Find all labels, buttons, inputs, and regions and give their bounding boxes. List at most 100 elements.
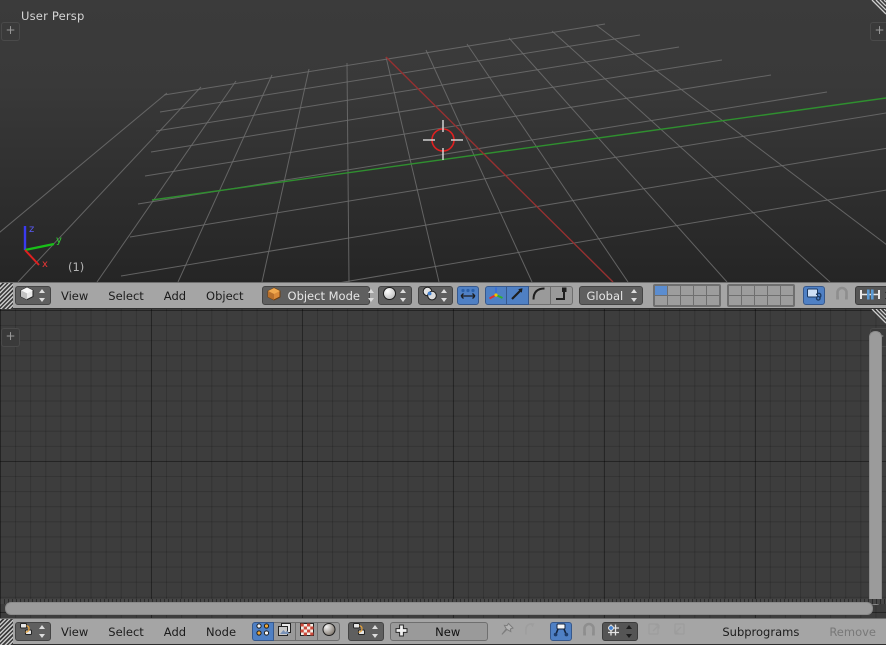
viewport-corner-grip-tr[interactable] (870, 0, 886, 16)
node-editor-grid (0, 309, 886, 618)
pin-button[interactable] (496, 622, 518, 641)
layer-cell[interactable] (655, 286, 668, 295)
node-horizontal-scrollbar[interactable] (5, 602, 873, 615)
node-tree-datablock-icon (352, 622, 368, 641)
node-editor-header: View Select Add Node New Subprograms Rem… (0, 618, 886, 645)
menu-select[interactable]: Select (98, 289, 153, 303)
node-menu-node[interactable]: Node (196, 625, 246, 639)
viewport-right-region-toggle[interactable]: + (870, 22, 886, 41)
node-left-region-toggle[interactable]: + (1, 328, 20, 347)
layer-cell[interactable] (681, 286, 694, 295)
rotate-arc-icon (531, 286, 547, 306)
layer-cell[interactable] (768, 296, 781, 305)
node-editor[interactable]: + + (0, 309, 886, 618)
scene-layers[interactable] (653, 284, 796, 307)
material-preview-button[interactable] (318, 622, 341, 641)
node-editor-icon (19, 622, 35, 641)
snap-magnet-icon (581, 622, 597, 641)
go-to-parent-button[interactable] (520, 622, 542, 641)
object-mode-cube-icon (267, 286, 281, 305)
transform-manipulator-button[interactable] (484, 286, 507, 306)
snap-magnet-icon (834, 286, 850, 305)
layer-cell[interactable] (729, 286, 742, 295)
layer-cell[interactable] (781, 296, 794, 305)
shader-nodes-button[interactable] (252, 622, 275, 641)
compositing-nodes-icon (277, 622, 293, 641)
go-to-parent-node-icon (523, 622, 539, 641)
layer-cell[interactable] (755, 296, 768, 305)
layer-cell[interactable] (742, 296, 755, 305)
node-menu-select[interactable]: Select (98, 625, 153, 639)
menu-view[interactable]: View (51, 289, 98, 303)
node-snap-toggle-button[interactable] (578, 622, 600, 641)
new-node-tree-button[interactable]: New (390, 622, 489, 641)
layer-cell[interactable] (694, 286, 707, 295)
layer-cell[interactable] (694, 296, 707, 305)
header-drag-grip[interactable] (0, 282, 13, 309)
remove-button[interactable]: Remove (819, 625, 886, 639)
node-datablock-selector[interactable] (348, 622, 385, 641)
shader-type-group[interactable] (252, 622, 341, 641)
layer-cell[interactable] (707, 286, 720, 295)
transform-manipulator-icon (488, 286, 504, 306)
rotate-button[interactable] (528, 286, 551, 306)
texture-nodes-icon (299, 622, 315, 641)
pivot-selector[interactable] (417, 286, 453, 305)
subprograms-label[interactable]: Subprograms (712, 625, 809, 639)
transform-orientation-selector[interactable]: Global (578, 286, 644, 305)
paste-from-clipboard-icon (671, 622, 687, 641)
snap-toggle-button[interactable] (831, 286, 853, 305)
layer-cell[interactable] (742, 286, 755, 295)
layer-cell[interactable] (729, 296, 742, 305)
menu-object[interactable]: Object (196, 289, 253, 303)
mode-selector[interactable]: Object Mode (261, 286, 374, 305)
node-corner-grip-tr[interactable] (870, 309, 886, 325)
shading-updown-icon (399, 288, 408, 303)
node-header-drag-grip[interactable] (0, 618, 13, 645)
copy-button[interactable] (644, 622, 666, 641)
scale-button[interactable] (550, 286, 573, 306)
transform-widget-group[interactable] (484, 286, 573, 306)
svg-text:y: y (56, 235, 62, 246)
paste-button[interactable] (668, 622, 690, 641)
texture-nodes-button[interactable] (296, 622, 319, 641)
compositing-nodes-button[interactable] (274, 622, 297, 641)
3d-view-header: View Select Add Object Object Mode Globa… (0, 282, 886, 309)
mode-selector-label: Object Mode (287, 288, 360, 303)
layer-cell[interactable] (781, 286, 794, 295)
mode-updown-icon (367, 288, 376, 303)
menu-add[interactable]: Add (154, 289, 196, 303)
pivot-updown-icon (440, 288, 449, 303)
shading-selector[interactable] (377, 286, 412, 305)
snap-element-selector[interactable] (855, 286, 886, 305)
use-nodes-icon (553, 622, 569, 641)
layer-cell[interactable] (755, 286, 768, 295)
layer-cell[interactable] (668, 286, 681, 295)
shader-nodes-icon (255, 622, 271, 641)
lock-scene-button[interactable] (803, 286, 826, 305)
node-snap-element-selector[interactable] (602, 622, 639, 641)
layer-cell[interactable] (681, 296, 694, 305)
use-nodes-button[interactable] (550, 622, 573, 641)
layer-group-b[interactable] (727, 284, 796, 307)
editor-type-selector[interactable] (15, 286, 51, 305)
3d-viewport[interactable]: User Persp (1) z y x + + (0, 0, 886, 282)
scale-corner-icon (553, 286, 569, 306)
node-vertical-scrollbar[interactable] (869, 331, 882, 605)
layer-cell[interactable] (768, 286, 781, 295)
pivot-median-point-icon (422, 286, 438, 305)
translate-button[interactable] (506, 286, 529, 305)
layer-cell[interactable] (668, 296, 681, 305)
manipulator-toggle[interactable] (456, 286, 479, 305)
node-menu-add[interactable]: Add (154, 625, 196, 639)
orientation-label: Global (586, 288, 624, 303)
viewport-left-region-toggle[interactable]: + (1, 22, 20, 41)
node-menu-view[interactable]: View (51, 625, 98, 639)
node-editor-type-selector[interactable] (15, 622, 51, 641)
layer-cell[interactable] (707, 296, 720, 305)
copy-to-clipboard-icon (647, 622, 663, 641)
layer-cell[interactable] (655, 296, 668, 305)
material-sphere-icon (321, 622, 337, 641)
svg-text:z: z (29, 224, 34, 235)
layer-group-a[interactable] (653, 284, 722, 307)
